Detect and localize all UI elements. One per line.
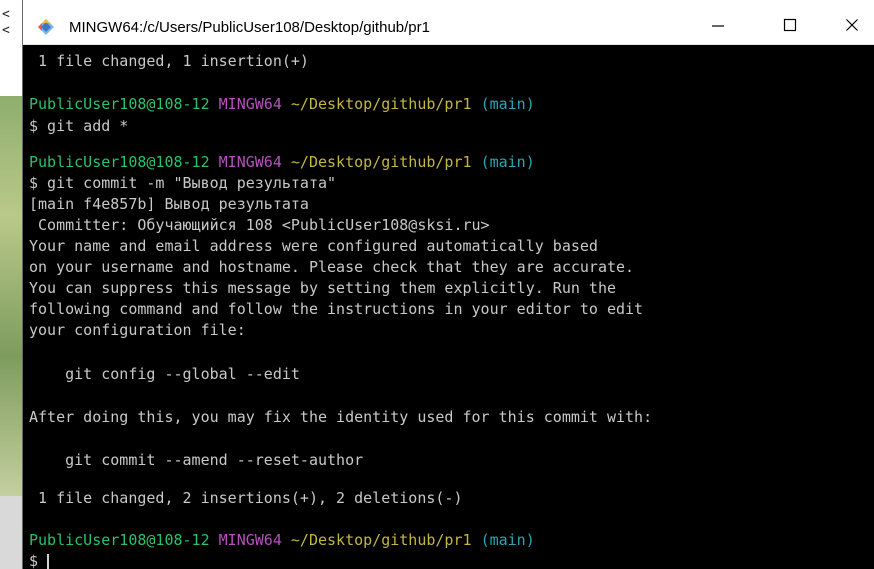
command-line: $ git commit -m "Вывод результата"	[29, 174, 337, 192]
prompt-path: ~/Desktop/github/pr1	[290, 153, 472, 171]
output-line: 1 file changed, 2 insertions(+), 2 delet…	[29, 489, 463, 507]
git-bash-icon	[37, 18, 55, 36]
command-prompt: $	[29, 552, 48, 569]
output-line: [main f4e857b] Вывод результата	[29, 195, 309, 213]
prompt-branch: (main)	[480, 153, 535, 171]
prompt-user: PublicUser108@108-12	[29, 531, 210, 549]
prompt-branch: (main)	[480, 95, 535, 113]
edge-chevron-left-icon[interactable]: <	[2, 24, 10, 38]
output-line: 1 file changed, 1 insertion(+)	[29, 52, 309, 70]
prompt-host: MINGW64	[218, 153, 282, 171]
prompt-branch: (main)	[480, 531, 535, 549]
title-bar[interactable]: MINGW64:/c/Users/PublicUser108/Desktop/g…	[23, 0, 874, 45]
prompt-path: ~/Desktop/github/pr1	[290, 531, 472, 549]
output-line: git commit --amend --reset-author	[29, 451, 364, 469]
terminal-window[interactable]: MINGW64:/c/Users/PublicUser108/Desktop/g…	[22, 0, 874, 569]
output-line: on your username and hostname. Please ch…	[29, 258, 635, 276]
window-title: MINGW64:/c/Users/PublicUser108/Desktop/g…	[69, 19, 430, 36]
prompt-line: PublicUser108@108-12 MINGW64 ~/Desktop/g…	[29, 529, 535, 551]
output-line: After doing this, you may fix the identi…	[29, 408, 653, 426]
close-button[interactable]	[829, 6, 874, 44]
command-line: $ git add *	[29, 117, 129, 135]
desktop-background: < <	[0, 0, 24, 569]
command-input-line[interactable]: $	[29, 550, 50, 569]
prompt-path: ~/Desktop/github/pr1	[290, 95, 472, 113]
prompt-host: MINGW64	[218, 95, 282, 113]
output-line: git config --global --edit	[29, 365, 300, 383]
minimize-button[interactable]	[695, 6, 741, 44]
prompt-host: MINGW64	[218, 531, 282, 549]
edge-chevron-left-icon[interactable]: <	[2, 8, 10, 22]
maximize-icon	[783, 18, 797, 32]
text-cursor	[47, 553, 50, 569]
maximize-button[interactable]	[767, 6, 813, 44]
output-line: You can suppress this message by setting…	[29, 279, 616, 297]
output-line: your configuration file:	[29, 321, 246, 339]
prompt-line: PublicUser108@108-12 MINGW64 ~/Desktop/g…	[29, 93, 535, 115]
close-icon	[846, 19, 858, 31]
prompt-user: PublicUser108@108-12	[29, 153, 210, 171]
output-line: following command and follow the instruc…	[29, 300, 644, 318]
desktop-panel-strip	[0, 496, 22, 569]
output-line: Your name and email address were configu…	[29, 237, 598, 255]
desktop-wallpaper-strip	[0, 96, 22, 496]
prompt-line: PublicUser108@108-12 MINGW64 ~/Desktop/g…	[29, 151, 535, 173]
prompt-user: PublicUser108@108-12	[29, 95, 210, 113]
minimize-icon	[712, 25, 724, 27]
output-line: Committer: Обучающийся 108 <PublicUser10…	[29, 216, 490, 234]
terminal-output[interactable]: 1 file changed, 1 insertion(+) PublicUse…	[23, 45, 874, 569]
